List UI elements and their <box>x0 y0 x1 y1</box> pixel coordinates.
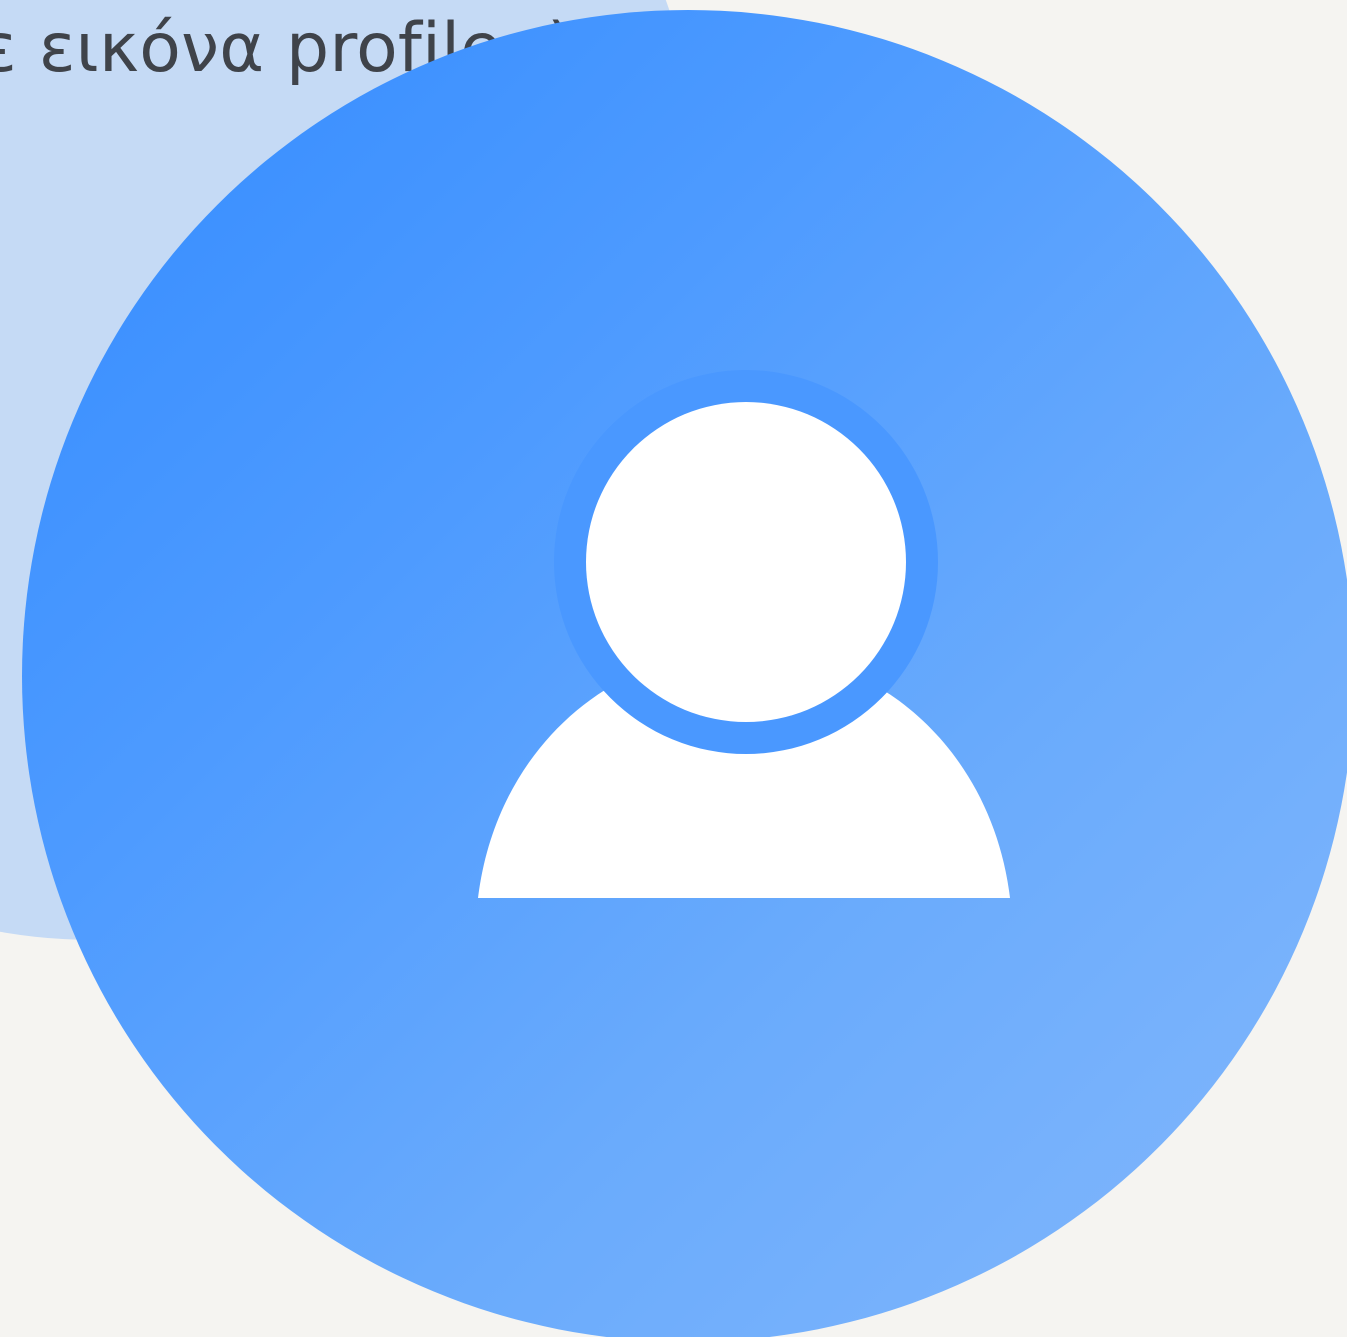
profile-picture-placeholder: ε εικόνα profile ;) <box>0 0 1347 1337</box>
user-silhouette-icon <box>478 370 1010 900</box>
user-head-shape <box>586 402 906 722</box>
avatar-placeholder-button[interactable] <box>22 10 1347 1337</box>
